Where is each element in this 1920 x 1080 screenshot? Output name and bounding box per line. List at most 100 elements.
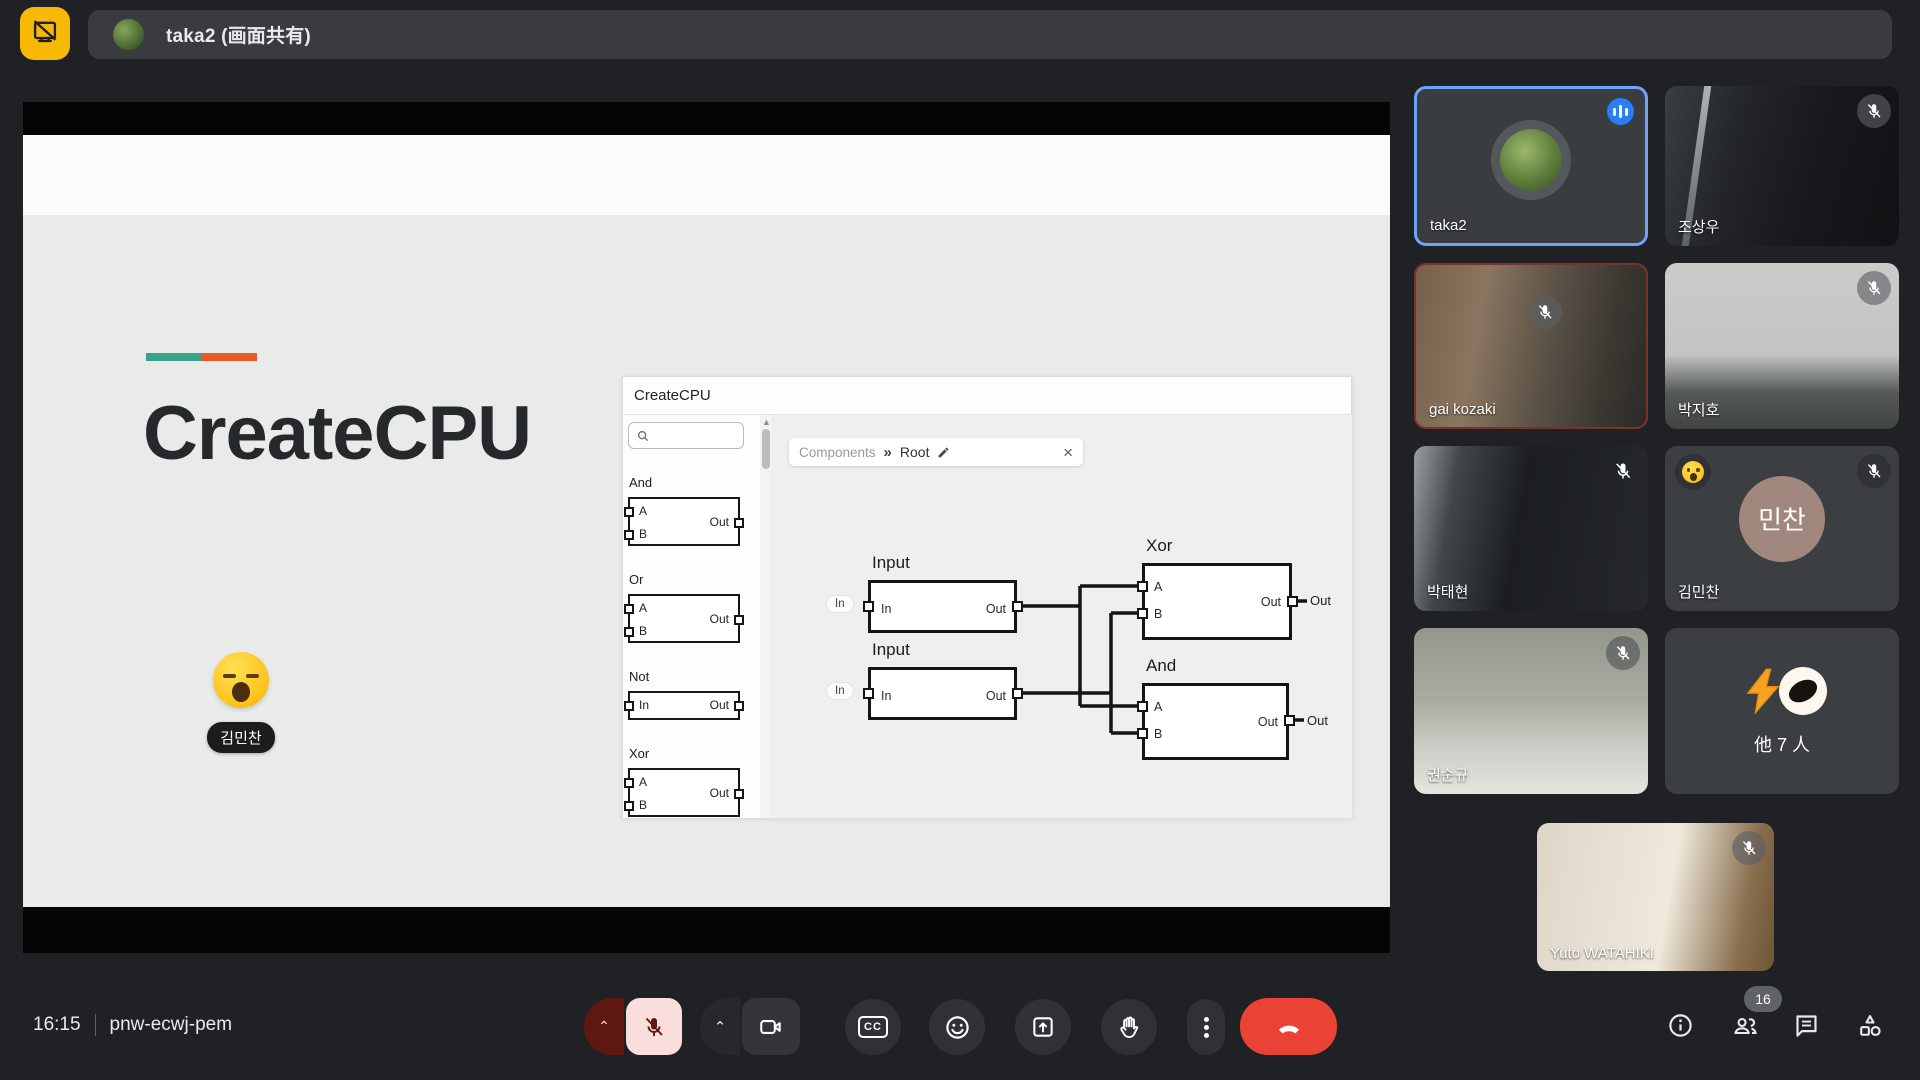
node-title: Xor [1146,536,1172,556]
pin-label: B [1154,607,1162,621]
raise-hand-icon [1116,1014,1143,1041]
participant-tile[interactable]: 박태현 [1414,446,1648,611]
mic-off-icon [1606,636,1640,670]
people-icon [1731,1012,1759,1040]
avatar: 민찬 [1739,476,1825,562]
mic-off-icon [1857,94,1891,128]
external-input-pill: In [827,683,853,699]
presentation-off-icon [31,17,59,50]
raise-hand-button[interactable] [1101,999,1157,1055]
port-in[interactable] [863,601,874,612]
node-title: Input [872,553,910,573]
slide-accent-bar [146,353,257,361]
mic-options-chevron[interactable]: ⌃ [584,998,624,1055]
port-out[interactable] [1012,688,1023,699]
meeting-details-button[interactable] [1667,1012,1695,1040]
mic-off-icon [1857,271,1891,305]
camera-options-chevron[interactable]: ⌃ [700,998,740,1055]
meeting-info: 16:15 pnw-ecwj-pem [33,1014,232,1036]
camera-button[interactable] [742,998,800,1055]
chat-icon [1793,1012,1820,1039]
port-b[interactable] [1137,728,1148,739]
participant-tile[interactable]: 민찬 김민찬 [1665,446,1899,611]
people-button[interactable] [1731,1012,1759,1040]
presenter-avatar [113,19,144,50]
vertical-dots-icon [1204,1014,1209,1041]
pin-label: Out [986,602,1006,616]
node-title: And [1146,656,1176,676]
node-xor[interactable]: A B Out [1142,563,1292,640]
activities-icon [1856,1012,1884,1040]
external-input-pill: In [827,596,853,612]
pin-label: A [1154,700,1162,714]
participant-tile[interactable]: 조상우 [1665,86,1899,246]
pin-label: In [881,689,891,703]
port-out[interactable] [1287,596,1298,607]
mic-off-icon [1606,454,1640,488]
presentation-slide: CreateCPU 김민찬 CreateCPU [23,135,1390,907]
port-out[interactable] [1012,601,1023,612]
participant-name: 권순규 [1427,764,1468,785]
more-options-button[interactable] [1187,999,1225,1055]
participant-name: taka2 [1430,217,1467,234]
shared-screen-stage: CreateCPU 김민찬 CreateCPU [23,102,1390,953]
presentation-off-button[interactable] [20,7,70,60]
reactions-button[interactable] [929,999,985,1055]
participant-name: 박태현 [1427,581,1468,602]
end-call-icon [1274,1012,1304,1042]
participant-tile[interactable]: Yuto WATAHIKI [1537,823,1774,971]
avatar [1491,120,1571,200]
port-b[interactable] [1137,608,1148,619]
participant-name: Yuto WATAHIKI [1550,945,1654,962]
overflow-participants-tile[interactable]: 他 7 人 [1665,628,1899,794]
cookie-avatar-icon [1779,667,1827,715]
pin-label: B [1154,727,1162,741]
participant-count-badge: 16 [1744,986,1782,1012]
captions-button[interactable]: CC [845,999,901,1055]
activities-button[interactable] [1856,1012,1884,1040]
participant-tile-taka2[interactable]: taka2 [1414,86,1648,246]
screen-share-banner[interactable]: taka2 (画面共有) [88,10,1892,59]
smiley-icon [944,1014,971,1041]
port-a[interactable] [1137,581,1148,592]
clock-time: 16:15 [33,1014,81,1036]
mic-off-icon [1528,295,1562,329]
end-call-button[interactable] [1240,998,1337,1055]
present-screen-icon [1030,1014,1056,1040]
captions-icon: CC [858,1016,888,1038]
mic-button-group: ⌃ [584,998,682,1055]
present-screen-button[interactable] [1015,999,1071,1055]
meeting-code: pnw-ecwj-pem [110,1014,232,1036]
chat-button[interactable] [1793,1012,1821,1040]
pin-label: In [881,602,891,616]
port-a[interactable] [1137,701,1148,712]
node-title: Input [872,640,910,660]
info-icon [1667,1012,1694,1039]
node-input-1[interactable]: In Out [868,580,1017,633]
port-out[interactable] [1284,715,1295,726]
yawning-face-emoji-icon [213,652,269,708]
node-and[interactable]: A B Out [1142,683,1289,760]
participant-tile[interactable]: gai kozaki [1414,263,1648,429]
pin-label: Out [1258,715,1278,729]
surprised-face-emoji-icon [1675,454,1711,490]
pin-label: Out [1261,595,1281,609]
mic-off-button[interactable] [626,998,682,1055]
createcpu-app-window: CreateCPU And A B [622,376,1352,818]
mic-off-icon [1732,831,1766,865]
reaction-author-label: 김민찬 [207,722,274,753]
pin-label: Out [986,689,1006,703]
participant-name: 박지호 [1678,399,1719,420]
pin-label: A [1154,580,1162,594]
node-input-2[interactable]: In Out [868,667,1017,720]
mic-off-icon [1857,454,1891,488]
camera-icon [758,1014,784,1040]
audio-activity-icon [1607,98,1634,125]
participant-tile[interactable]: 박지호 [1665,263,1899,429]
slide-header-band [23,135,1390,215]
external-output-label: Out [1307,713,1328,728]
camera-button-group: ⌃ [700,998,800,1055]
participant-tile[interactable]: 권순규 [1414,628,1648,794]
screen-share-title: taka2 (画面共有) [166,21,311,48]
port-in[interactable] [863,688,874,699]
